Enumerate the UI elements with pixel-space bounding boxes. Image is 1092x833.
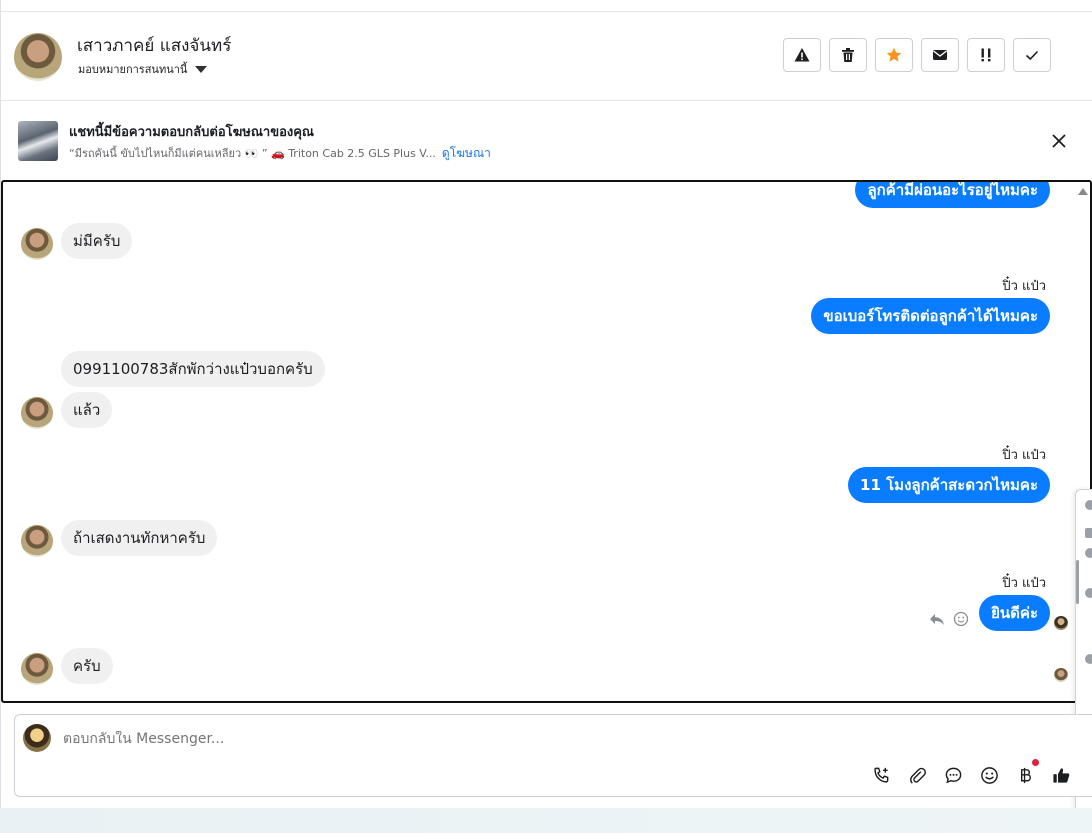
delete-button[interactable] (829, 38, 867, 72)
ad-thumbnail[interactable] (18, 121, 58, 161)
seen-avatar (1054, 668, 1068, 682)
chat-bubble-icon (945, 767, 961, 783)
important-icon (981, 48, 991, 62)
call-button[interactable] (871, 765, 891, 785)
emoji-icon (980, 766, 998, 784)
side-avatar[interactable] (1085, 548, 1092, 558)
reply-composer (14, 714, 1092, 797)
message-outgoing[interactable]: ยินดีค่ะ (979, 595, 1050, 631)
message-outgoing[interactable]: ลูกค้ามีผ่อนอะไรอยู่ไหมคะ (855, 182, 1050, 208)
sender-name: ปิ๋ว แป๋ว (1002, 448, 1046, 463)
message-outgoing[interactable]: 11 โมงลูกค้าสะดวกไหมคะ (848, 467, 1050, 503)
sender-name: ปิ๋ว แป๋ว (1002, 279, 1046, 294)
side-scrollbar[interactable] (1076, 560, 1079, 604)
message-incoming[interactable]: ครับ (61, 648, 113, 684)
contact-name[interactable]: เสาวภาคย์ แสงจันทร์ (77, 32, 231, 59)
ad-banner-subtitle: “มีรถคันนี้ ขับไปไหนก็มีแต่คนเหลียว 👀 ” … (69, 144, 491, 163)
check-icon (1025, 50, 1039, 61)
payment-button[interactable] (1015, 759, 1039, 785)
contact-avatar[interactable] (14, 33, 62, 81)
side-avatar[interactable] (1085, 500, 1092, 510)
side-thumbnail[interactable] (1085, 528, 1092, 538)
page-bottom-strip (0, 808, 1092, 833)
side-avatar[interactable] (1085, 588, 1092, 598)
sender-name: ปิ๋ว แป๋ว (1002, 576, 1046, 591)
mark-unread-button[interactable] (921, 38, 959, 72)
side-avatar[interactable] (1085, 654, 1092, 664)
react-emoji-icon[interactable] (953, 611, 969, 627)
header-actions (783, 38, 1051, 72)
notification-dot (1032, 759, 1039, 766)
sender-avatar (21, 228, 53, 260)
ad-caption: “มีรถคันนี้ ขับไปไหนก็มีแต่คนเหลียว 👀 ” … (69, 147, 436, 160)
attach-button[interactable] (907, 765, 927, 785)
reply-icon[interactable] (929, 611, 945, 627)
baht-icon (1020, 767, 1031, 783)
star-button[interactable] (875, 38, 913, 72)
view-ad-link[interactable]: ดูโฆษณา (442, 146, 491, 160)
ad-banner-title: แชทนี้มีข้อความตอบกลับต่อโฆษณาของคุณ (69, 125, 314, 140)
sender-avatar (21, 397, 53, 429)
like-button[interactable] (1051, 765, 1071, 785)
star-icon (886, 47, 902, 62)
reply-input[interactable] (63, 731, 863, 747)
message-thread[interactable]: ลูกค้ามีผ่อนอะไรอยู่ไหมคะ ม่มีครับ ปิ๋ว … (1, 180, 1092, 703)
call-plus-icon (873, 767, 888, 783)
page-avatar (23, 724, 51, 752)
message-incoming[interactable]: ม่มีครับ (61, 223, 133, 259)
top-strip (0, 0, 1092, 12)
seen-avatar (1054, 616, 1068, 630)
message-actions (929, 611, 969, 627)
attach-icon (909, 767, 926, 784)
conversation-header: เสาวภาคย์ แสงจันทร์ มอบหมายการสนทนานี้ (0, 12, 1092, 101)
assign-conversation-dropdown[interactable]: มอบหมายการสนทนานี้ (78, 60, 208, 78)
message-outgoing[interactable]: ขอเบอร์โทรติดต่อลูกค้าได้ไหมคะ (811, 298, 1050, 334)
assign-label: มอบหมายการสนทนานี้ (78, 63, 188, 76)
sender-avatar (21, 653, 53, 685)
trash-icon (842, 48, 854, 62)
saved-replies-button[interactable] (943, 765, 963, 785)
mark-spam-button[interactable] (783, 38, 821, 72)
scroll-up-arrow[interactable] (1078, 188, 1088, 195)
message-incoming[interactable]: แล้ว (61, 392, 113, 428)
mark-done-button[interactable] (1013, 38, 1051, 72)
message-incoming[interactable]: 0991100783สักพักว่างแป๋วบอกครับ (61, 351, 325, 387)
important-button[interactable] (967, 38, 1005, 72)
ad-reply-banner: แชทนี้มีข้อความตอบกลับต่อโฆษณาของคุณ “มี… (0, 101, 1092, 180)
message-incoming[interactable]: ถ้าเสดงานทักหาครับ (61, 520, 218, 556)
envelope-icon (933, 50, 947, 60)
caret-down-icon (195, 65, 208, 73)
close-icon[interactable] (1050, 132, 1068, 150)
warning-icon (794, 48, 810, 62)
composer-tools (871, 759, 1071, 785)
emoji-button[interactable] (979, 765, 999, 785)
sender-avatar (21, 525, 53, 557)
like-icon (1052, 767, 1069, 783)
